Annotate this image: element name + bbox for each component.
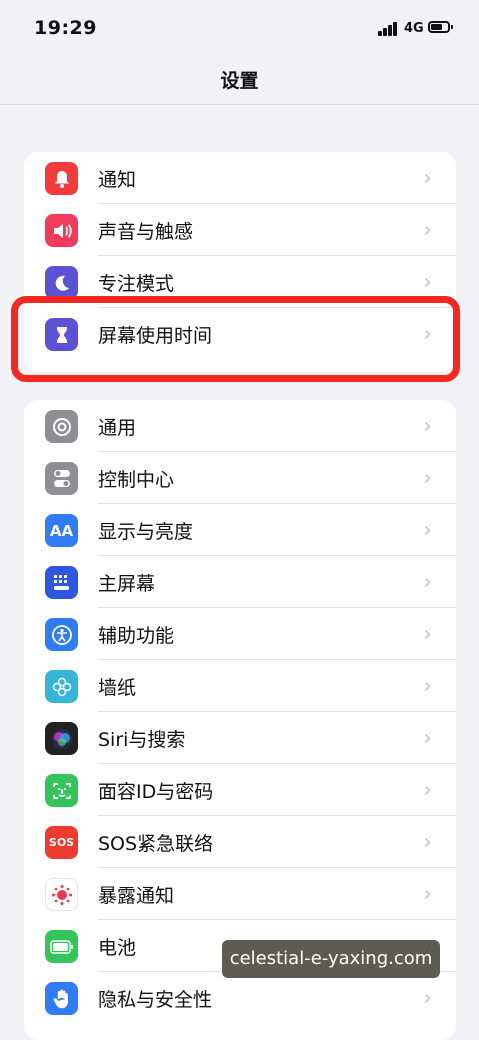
row-label: 辅助功能 xyxy=(98,625,175,647)
settings-row-emergency-sos[interactable]: SOS SOS紧急联络 › xyxy=(24,816,456,868)
settings-row-wallpaper[interactable]: 墙纸 › xyxy=(24,660,456,712)
siri-icon xyxy=(45,722,78,755)
settings-row-exposure[interactable]: 暴露通知 › xyxy=(24,868,456,920)
chevron-right-icon: › xyxy=(423,270,432,295)
chevron-right-icon: › xyxy=(423,778,432,803)
page-title: 设置 xyxy=(220,70,259,92)
settings-row-siri[interactable]: Siri与搜索 › xyxy=(24,712,456,764)
toggles-icon xyxy=(45,462,78,495)
home-grid-icon xyxy=(45,566,78,599)
row-label: 显示与亮度 xyxy=(98,521,194,543)
battery-icon xyxy=(45,930,78,963)
row-label: 通知 xyxy=(98,169,137,191)
bell-icon xyxy=(45,162,78,195)
row-label: 主屏幕 xyxy=(98,573,156,595)
chevron-right-icon: › xyxy=(423,726,432,751)
face-id-icon xyxy=(45,774,78,807)
watermark: celestial-e-yaxing.com xyxy=(222,940,440,978)
settings-row-sounds[interactable]: 声音与触感 › xyxy=(24,204,456,256)
chevron-right-icon: › xyxy=(423,414,432,439)
settings-row-home-screen[interactable]: 主屏幕 › xyxy=(24,556,456,608)
row-label: 控制中心 xyxy=(98,469,175,491)
speaker-icon xyxy=(45,214,78,247)
row-label: 隐私与安全性 xyxy=(98,989,213,1011)
accessibility-icon xyxy=(45,618,78,651)
hand-icon xyxy=(45,982,78,1015)
settings-row-general[interactable]: 通用 › xyxy=(24,400,456,452)
chevron-right-icon: › xyxy=(423,466,432,491)
exposure-icon xyxy=(45,878,78,911)
row-label: 墙纸 xyxy=(98,677,137,699)
nav-divider xyxy=(0,104,479,105)
row-label: 暴露通知 xyxy=(98,885,175,907)
row-label: 通用 xyxy=(98,417,137,439)
chevron-right-icon: › xyxy=(423,674,432,699)
gear-icon xyxy=(45,410,78,443)
moon-icon xyxy=(45,266,78,299)
row-label: 声音与触感 xyxy=(98,221,194,243)
settings-row-control-center[interactable]: 控制中心 › xyxy=(24,452,456,504)
sos-icon: SOS xyxy=(45,826,78,859)
chevron-right-icon: › xyxy=(423,570,432,595)
status-time: 19:29 xyxy=(34,17,97,39)
row-label: 专注模式 xyxy=(98,273,175,295)
flower-icon xyxy=(45,670,78,703)
settings-row-face-id[interactable]: 面容ID与密码 › xyxy=(24,764,456,816)
chevron-right-icon: › xyxy=(423,218,432,243)
cellular-signal-icon xyxy=(378,22,400,36)
chevron-right-icon: › xyxy=(423,830,432,855)
battery-status-icon xyxy=(428,21,453,33)
status-bar: 19:29 4G xyxy=(0,0,479,58)
chevron-right-icon: › xyxy=(423,166,432,191)
settings-row-accessibility[interactable]: 辅助功能 › xyxy=(24,608,456,660)
chevron-right-icon: › xyxy=(423,986,432,1011)
row-label: 电池 xyxy=(98,937,137,959)
settings-row-display[interactable]: AA 显示与亮度 › xyxy=(24,504,456,556)
settings-row-privacy[interactable]: 隐私与安全性 › xyxy=(24,972,456,1024)
chevron-right-icon: › xyxy=(423,518,432,543)
chevron-right-icon: › xyxy=(423,882,432,907)
row-label: Siri与搜索 xyxy=(98,729,186,751)
red-highlight-box xyxy=(11,296,460,382)
chevron-right-icon: › xyxy=(423,622,432,647)
row-label: SOS紧急联络 xyxy=(98,833,214,855)
text-size-icon: AA xyxy=(45,514,78,547)
network-type: 4G xyxy=(404,21,424,36)
settings-row-notifications[interactable]: 通知 › xyxy=(24,152,456,204)
row-label: 面容ID与密码 xyxy=(98,781,214,803)
